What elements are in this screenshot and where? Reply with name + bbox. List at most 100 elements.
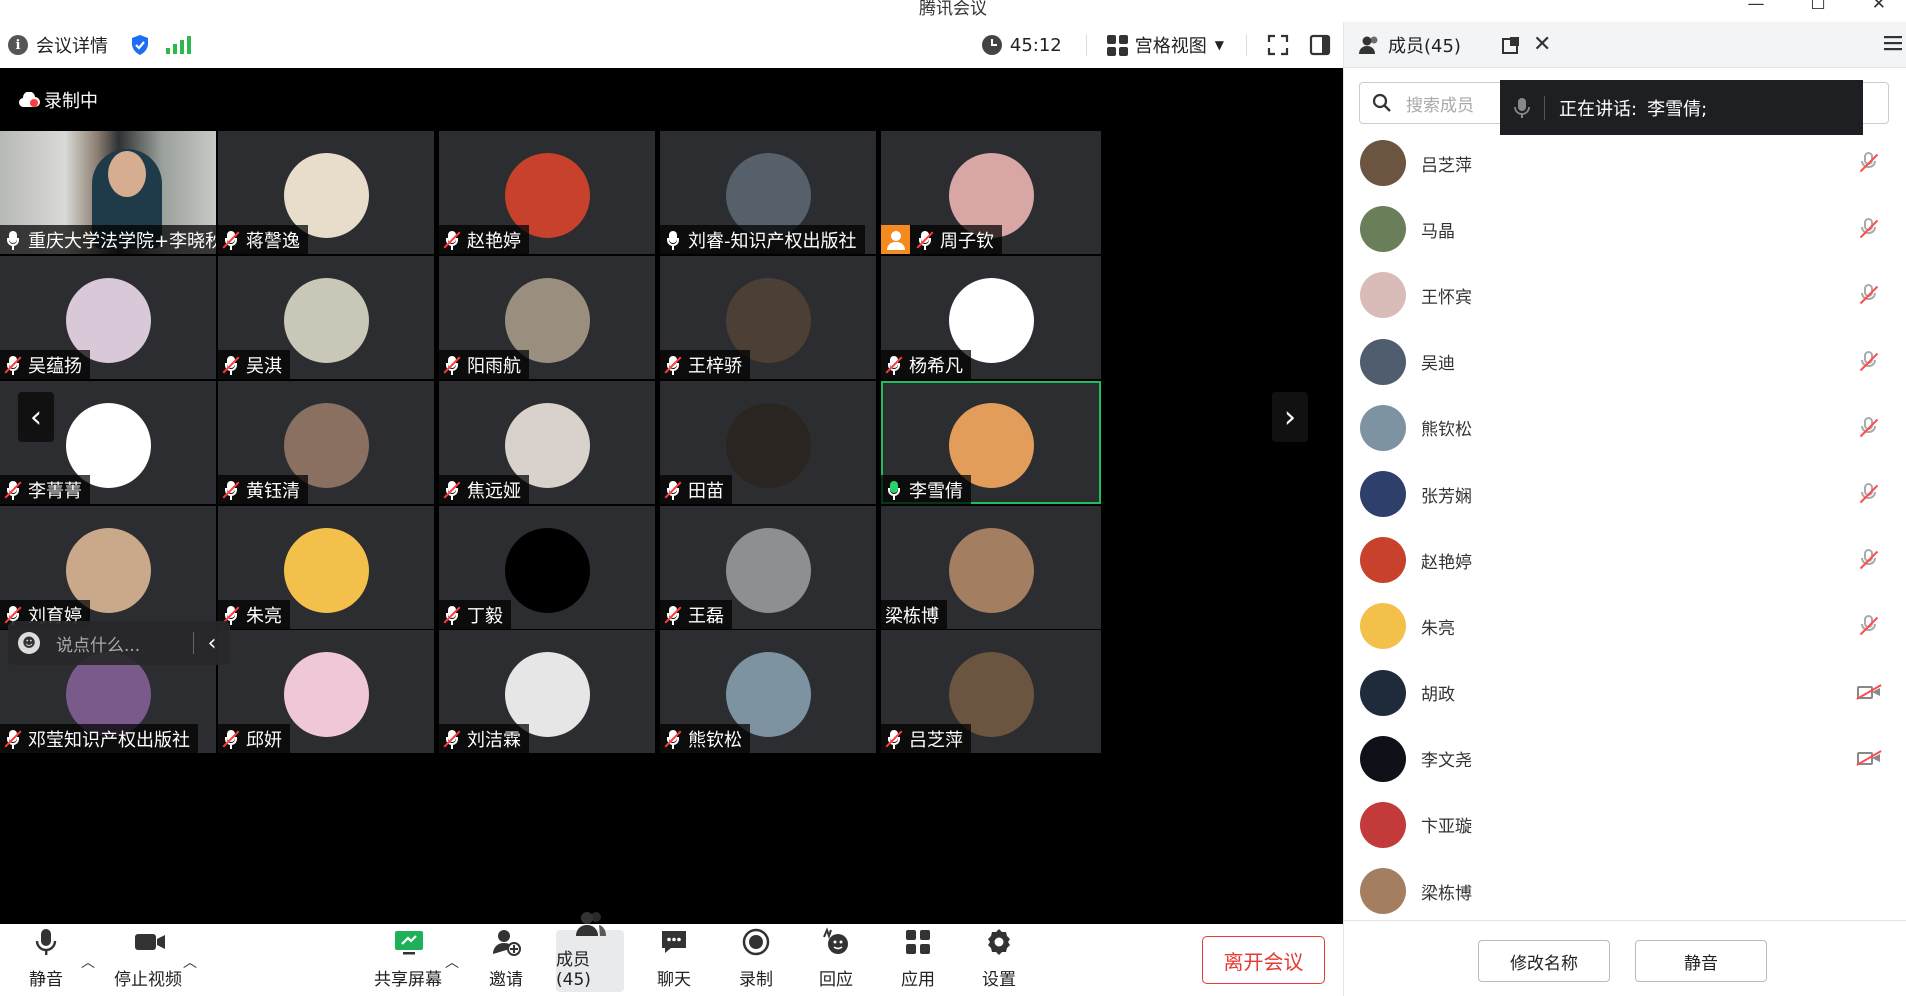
- video-options-caret[interactable]: ︿: [183, 952, 197, 972]
- microphone-icon: [664, 230, 682, 250]
- mic-muted-icon[interactable]: [1858, 218, 1880, 240]
- participant-name: 吕芝萍: [909, 729, 963, 751]
- invite-button[interactable]: 邀请: [486, 924, 526, 996]
- member-row[interactable]: 马晶: [1344, 196, 1906, 262]
- member-avatar: [1360, 140, 1406, 187]
- member-row[interactable]: 胡政: [1344, 660, 1906, 726]
- video-tile[interactable]: 阳雨航: [439, 256, 655, 379]
- microphone-icon: [4, 230, 22, 250]
- prev-page-button[interactable]: ‹: [18, 392, 54, 442]
- video-tile[interactable]: 吕芝萍: [881, 630, 1101, 753]
- video-tile[interactable]: 李雪倩: [881, 381, 1101, 504]
- mic-muted-icon[interactable]: [1858, 284, 1880, 306]
- member-row[interactable]: 梁栋博: [1344, 858, 1906, 924]
- participant-name: 王磊: [688, 605, 724, 627]
- maximize-button[interactable]: ☐: [1811, 0, 1826, 14]
- speaking-name: 李雪倩;: [1647, 98, 1708, 120]
- quick-chat-input[interactable]: ☻ 说点什么... ‹: [8, 621, 230, 665]
- participant-name-bar: 梁栋博: [881, 600, 947, 629]
- video-tile[interactable]: 王梓骄: [660, 256, 876, 379]
- member-avatar: [1360, 868, 1406, 915]
- participant-avatar: [949, 528, 1034, 613]
- mic-muted-icon[interactable]: [1858, 482, 1880, 505]
- leave-meeting-button[interactable]: 离开会议: [1202, 936, 1325, 984]
- close-window-button[interactable]: ✕: [1872, 0, 1886, 14]
- security-shield-icon[interactable]: [130, 34, 150, 56]
- meeting-details-button[interactable]: i 会议详情: [0, 32, 108, 58]
- video-tile[interactable]: 蒋謦逸: [218, 131, 434, 254]
- member-avatar: [1360, 272, 1406, 319]
- members-button[interactable]: 成员(45): [556, 912, 624, 992]
- participant-name-bar: 吴蕴扬: [0, 350, 90, 379]
- member-row[interactable]: 吕芝萍: [1344, 130, 1906, 196]
- member-row[interactable]: 熊钦松: [1344, 395, 1906, 461]
- mic-muted-icon[interactable]: [1858, 615, 1880, 637]
- toggle-sidebar-icon[interactable]: [1309, 34, 1331, 56]
- react-button[interactable]: 回应: [816, 924, 856, 996]
- settings-button[interactable]: 设置: [979, 924, 1019, 996]
- member-row[interactable]: 李文尧: [1344, 726, 1906, 792]
- next-page-button[interactable]: ›: [1272, 392, 1308, 442]
- participant-name-bar: 王磊: [660, 600, 732, 629]
- video-tile[interactable]: 吴淇: [218, 256, 434, 379]
- video-tile[interactable]: 丁毅: [439, 506, 655, 629]
- panel-menu-icon[interactable]: [1884, 35, 1902, 55]
- share-options-caret[interactable]: ︿: [445, 952, 459, 972]
- stop-video-label: 停止视频: [114, 970, 182, 990]
- mic-muted-icon[interactable]: [1858, 152, 1880, 174]
- video-tile[interactable]: 熊钦松: [660, 630, 876, 753]
- stop-video-button[interactable]: 停止视频: [108, 924, 188, 996]
- video-tile[interactable]: 吴蕴扬: [0, 256, 216, 379]
- react-label: 回应: [819, 970, 853, 990]
- video-tile[interactable]: 田苗: [660, 381, 876, 504]
- microphone-icon: [885, 480, 903, 500]
- video-tile[interactable]: 刘睿-知识产权出版社: [660, 131, 876, 254]
- video-tile[interactable]: 刘洁霖: [439, 630, 655, 753]
- camera-off-icon[interactable]: [1856, 749, 1882, 766]
- member-row[interactable]: 朱亮: [1344, 593, 1906, 659]
- view-mode-dropdown[interactable]: 宫格视图 ▼: [1106, 32, 1224, 58]
- apps-button[interactable]: 应用: [898, 924, 938, 996]
- video-tile[interactable]: 梁栋博: [881, 506, 1101, 629]
- emoji-icon[interactable]: ☻: [18, 632, 40, 654]
- video-tile[interactable]: 周子钦: [881, 131, 1101, 254]
- video-tile[interactable]: 重庆大学法学院+李晓秋: [0, 131, 216, 254]
- close-panel-icon[interactable]: ✕: [1533, 32, 1551, 57]
- meeting-details-label: 会议详情: [36, 36, 108, 57]
- mic-muted-icon: [885, 355, 903, 375]
- member-avatar: [1360, 206, 1406, 253]
- video-tile[interactable]: 赵艳婷: [439, 131, 655, 254]
- share-screen-button[interactable]: 共享屏幕: [372, 924, 444, 996]
- video-tile[interactable]: 王磊: [660, 506, 876, 629]
- mic-muted-icon[interactable]: [1858, 549, 1880, 571]
- member-row[interactable]: 吴迪: [1344, 329, 1906, 395]
- member-name: 朱亮: [1421, 618, 1455, 639]
- network-signal-icon[interactable]: [166, 36, 191, 54]
- chat-button[interactable]: 聊天: [654, 924, 694, 996]
- video-tile[interactable]: 邱妍: [218, 630, 434, 753]
- mute-button[interactable]: 静音: [22, 924, 70, 996]
- record-button[interactable]: 录制: [736, 924, 776, 996]
- minimize-button[interactable]: —: [1748, 0, 1765, 14]
- audio-options-caret[interactable]: ︿: [81, 952, 95, 972]
- video-tile[interactable]: 黄钰清: [218, 381, 434, 504]
- member-row[interactable]: 卞亚璇: [1344, 792, 1906, 858]
- divider: [1085, 34, 1087, 56]
- mic-muted-icon[interactable]: [1858, 416, 1880, 439]
- popout-icon[interactable]: [1501, 35, 1521, 55]
- participant-name: 吴蕴扬: [28, 355, 82, 377]
- fullscreen-icon[interactable]: [1267, 34, 1289, 56]
- member-row[interactable]: 张芳娴: [1344, 461, 1906, 527]
- member-row[interactable]: 赵艳婷: [1344, 527, 1906, 593]
- member-row[interactable]: 王怀宾: [1344, 262, 1906, 328]
- video-tile[interactable]: 刘育婷: [0, 506, 216, 629]
- collapse-chat-icon[interactable]: ‹: [194, 631, 230, 656]
- rename-button[interactable]: 修改名称: [1478, 940, 1610, 982]
- video-tile[interactable]: 焦远娅: [439, 381, 655, 504]
- mic-muted-icon[interactable]: [1858, 350, 1880, 373]
- mute-all-button[interactable]: 静音: [1635, 940, 1767, 982]
- video-tile[interactable]: 朱亮: [218, 506, 434, 629]
- participant-name-bar: 熊钦松: [660, 724, 750, 753]
- video-tile[interactable]: 杨希凡: [881, 256, 1101, 379]
- camera-off-icon[interactable]: [1856, 683, 1882, 700]
